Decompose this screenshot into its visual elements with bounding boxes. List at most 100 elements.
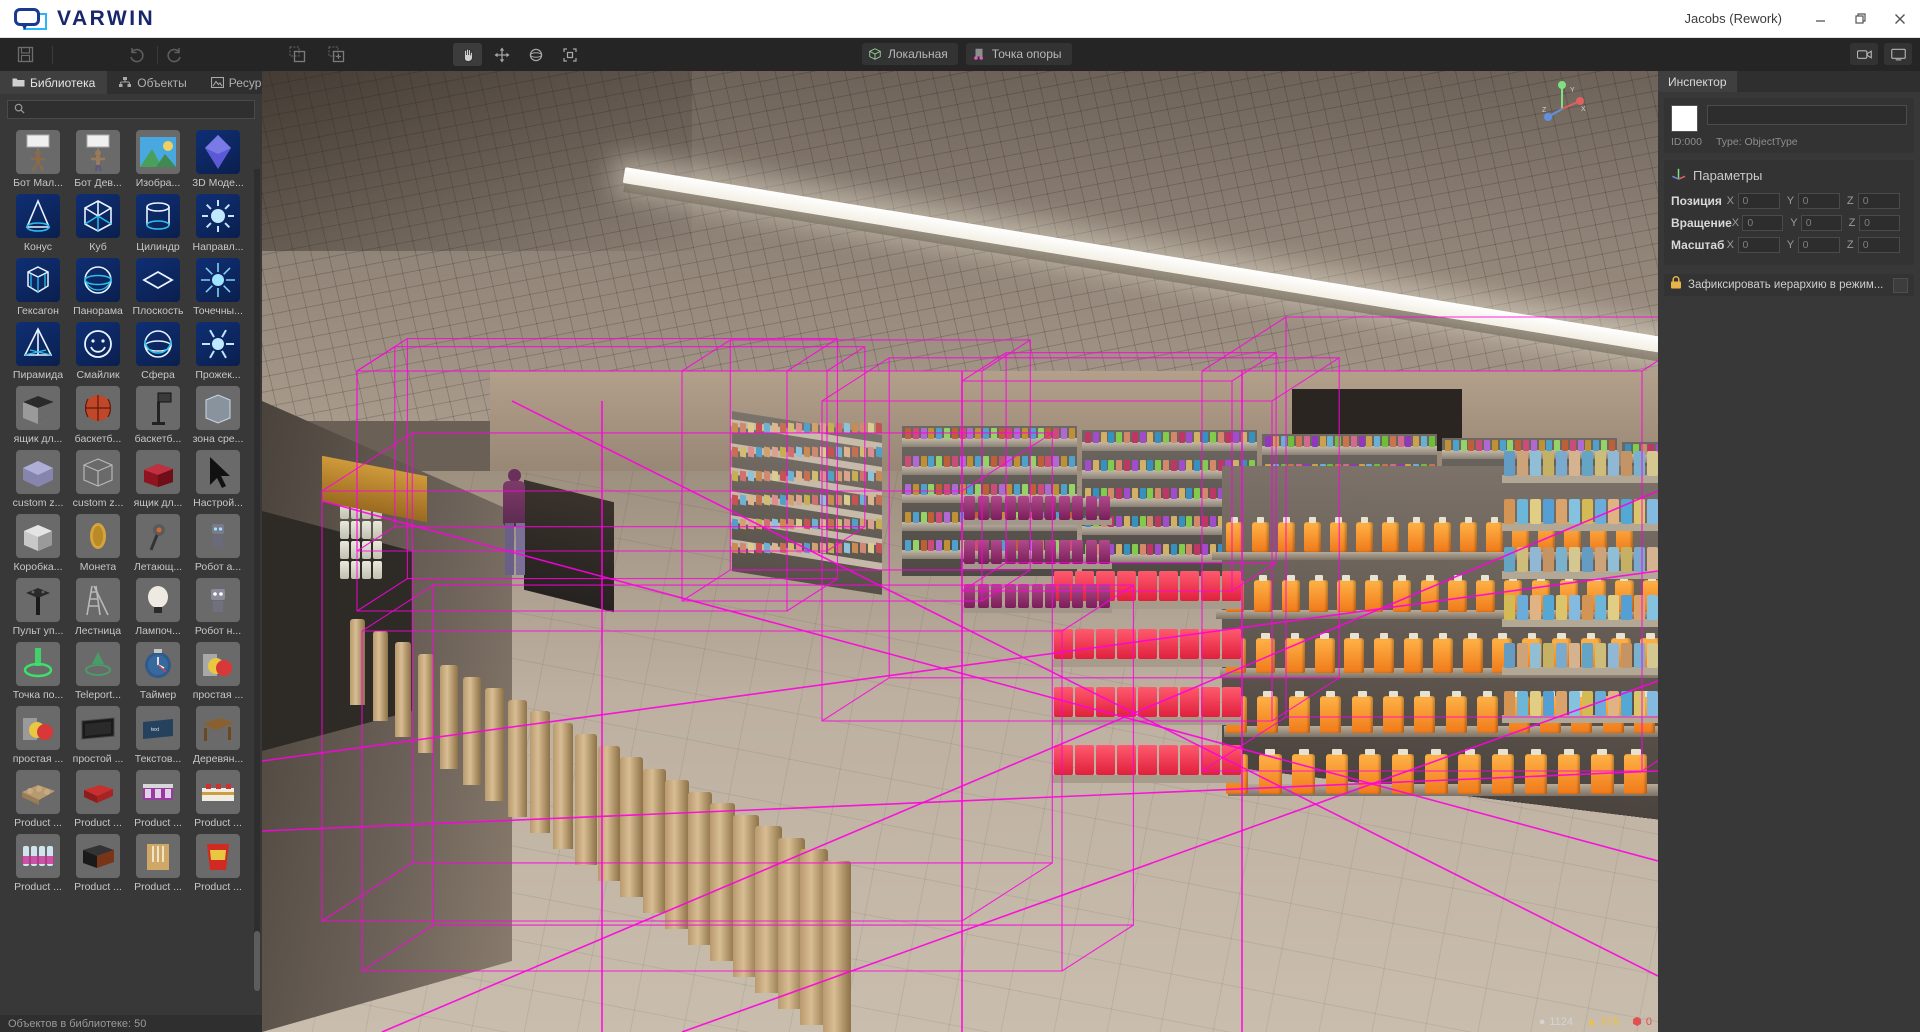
parameter-input-y[interactable]: 0 (1797, 236, 1840, 253)
parameter-input-x[interactable]: 0 (1737, 192, 1780, 209)
parameter-input-x[interactable]: 0 (1737, 236, 1780, 253)
space-mode-button[interactable]: Локальная (862, 43, 958, 65)
library-item[interactable]: text Текстов... (128, 706, 188, 765)
library-item[interactable]: ящик дл... (8, 386, 68, 445)
spawn-point-icon[interactable] (16, 642, 60, 686)
hand-tool-button[interactable] (453, 43, 482, 66)
library-item[interactable]: Прожек... (188, 322, 248, 381)
tab-objects[interactable]: Объекты (107, 71, 199, 94)
library-item[interactable]: Product ... (8, 770, 68, 829)
robot-a-icon[interactable] (196, 514, 240, 558)
hoop-icon[interactable] (136, 386, 180, 430)
sun-icon[interactable] (196, 194, 240, 238)
library-item[interactable]: Teleport... (68, 642, 128, 701)
tab-inspector[interactable]: Инспектор (1658, 71, 1737, 92)
minimize-icon[interactable] (1800, 0, 1840, 38)
scale-tool-button[interactable] (555, 43, 584, 66)
library-item[interactable]: баскетб... (128, 386, 188, 445)
library-item[interactable]: custom z... (68, 450, 128, 509)
ladder-icon[interactable] (76, 578, 120, 622)
library-item[interactable]: Изобра... (128, 130, 188, 189)
tab-library[interactable]: Библиотека (0, 71, 108, 94)
dark-box-icon[interactable] (76, 834, 120, 878)
screen-icon[interactable] (76, 706, 120, 750)
library-item[interactable]: Product ... (8, 834, 68, 893)
library-scrollbar-thumb[interactable] (254, 931, 260, 991)
plane-icon[interactable] (136, 258, 180, 302)
library-item[interactable]: 3D Моде... (188, 130, 248, 189)
rotate-tool-button[interactable] (521, 43, 550, 66)
library-item[interactable]: Product ... (128, 770, 188, 829)
save-icon[interactable] (10, 42, 40, 68)
teleport-icon[interactable] (76, 642, 120, 686)
library-item[interactable]: Пирамида (8, 322, 68, 381)
remote-icon[interactable] (16, 578, 60, 622)
lock-hierarchy-row[interactable]: Зафиксировать иерархию в режим... (1664, 274, 1914, 296)
drone-icon[interactable] (136, 514, 180, 558)
library-item[interactable]: Робот н... (188, 578, 248, 637)
library-item[interactable]: Product ... (188, 770, 248, 829)
copy-icon[interactable] (282, 42, 312, 68)
library-item[interactable]: Плоскость (128, 258, 188, 317)
product-white-icon[interactable] (196, 770, 240, 814)
parameter-input-z[interactable]: 0 (1857, 192, 1900, 209)
redo-icon[interactable] (160, 42, 190, 68)
search-box[interactable] (7, 100, 255, 119)
parameter-input-x[interactable]: 0 (1742, 214, 1784, 231)
move-tool-button[interactable] (487, 43, 516, 66)
timer-icon[interactable] (136, 642, 180, 686)
library-item[interactable]: Бот Мал... (8, 130, 68, 189)
library-item[interactable]: Product ... (68, 834, 128, 893)
library-item[interactable]: Гексагон (8, 258, 68, 317)
library-item[interactable]: Product ... (128, 834, 188, 893)
product-purple-icon[interactable] (136, 770, 180, 814)
cylinder-icon[interactable] (136, 194, 180, 238)
library-item[interactable]: Цилиндр (128, 194, 188, 253)
library-item[interactable]: простая ... (188, 642, 248, 701)
library-grid[interactable]: Бот Мал... Бот Дев... Изобра... 3D Моде... К… (0, 124, 262, 1015)
camera-icon[interactable] (1850, 43, 1878, 65)
bot-female-icon[interactable] (76, 130, 120, 174)
library-item[interactable]: Монета (68, 514, 128, 573)
product-red-icon[interactable] (76, 770, 120, 814)
chips-icon[interactable] (196, 834, 240, 878)
close-icon[interactable] (1880, 0, 1920, 38)
library-item[interactable]: Сфера (128, 322, 188, 381)
object-name-field[interactable] (1707, 105, 1907, 125)
library-scrollbar-track[interactable] (254, 169, 260, 989)
diamond-icon[interactable] (196, 130, 240, 174)
orientation-gizmo[interactable]: Y X Z (1540, 79, 1588, 131)
water-pack-icon[interactable] (16, 834, 60, 878)
picture-icon[interactable] (136, 130, 180, 174)
egg-tray-icon[interactable] (16, 770, 60, 814)
coin-icon[interactable] (76, 514, 120, 558)
library-item[interactable]: Смайлик (68, 322, 128, 381)
library-item[interactable]: зона сре... (188, 386, 248, 445)
box-icon[interactable] (16, 514, 60, 558)
library-item[interactable]: простая ... (8, 706, 68, 765)
cube-icon[interactable] (76, 194, 120, 238)
wood-table-icon[interactable] (196, 706, 240, 750)
library-item[interactable]: Точка по... (8, 642, 68, 701)
custom-zone-icon[interactable] (16, 450, 60, 494)
red-crate-icon[interactable] (136, 450, 180, 494)
library-item[interactable]: Направл... (188, 194, 248, 253)
library-item[interactable]: Летающ... (128, 514, 188, 573)
pyramid-icon[interactable] (16, 322, 60, 366)
crate-icon[interactable] (16, 386, 60, 430)
library-item[interactable]: Лестница (68, 578, 128, 637)
restore-icon[interactable] (1840, 0, 1880, 38)
library-item[interactable]: Деревян... (188, 706, 248, 765)
lock-hierarchy-toggle[interactable] (1893, 277, 1908, 293)
display-icon[interactable] (1884, 43, 1912, 65)
cone-icon[interactable] (16, 194, 60, 238)
cursor-icon[interactable] (196, 450, 240, 494)
library-item[interactable]: Точечны... (188, 258, 248, 317)
parameter-input-z[interactable]: 0 (1859, 214, 1900, 231)
bulb-icon[interactable] (136, 578, 180, 622)
parameter-input-y[interactable]: 0 (1800, 214, 1842, 231)
simple-paint-icon[interactable] (16, 706, 60, 750)
undo-icon[interactable] (121, 42, 151, 68)
scene-viewport[interactable]: Y X Z ● 1124 ▲ 576 ⬢ 0 (262, 71, 1658, 1032)
paper-bag-icon[interactable] (136, 834, 180, 878)
